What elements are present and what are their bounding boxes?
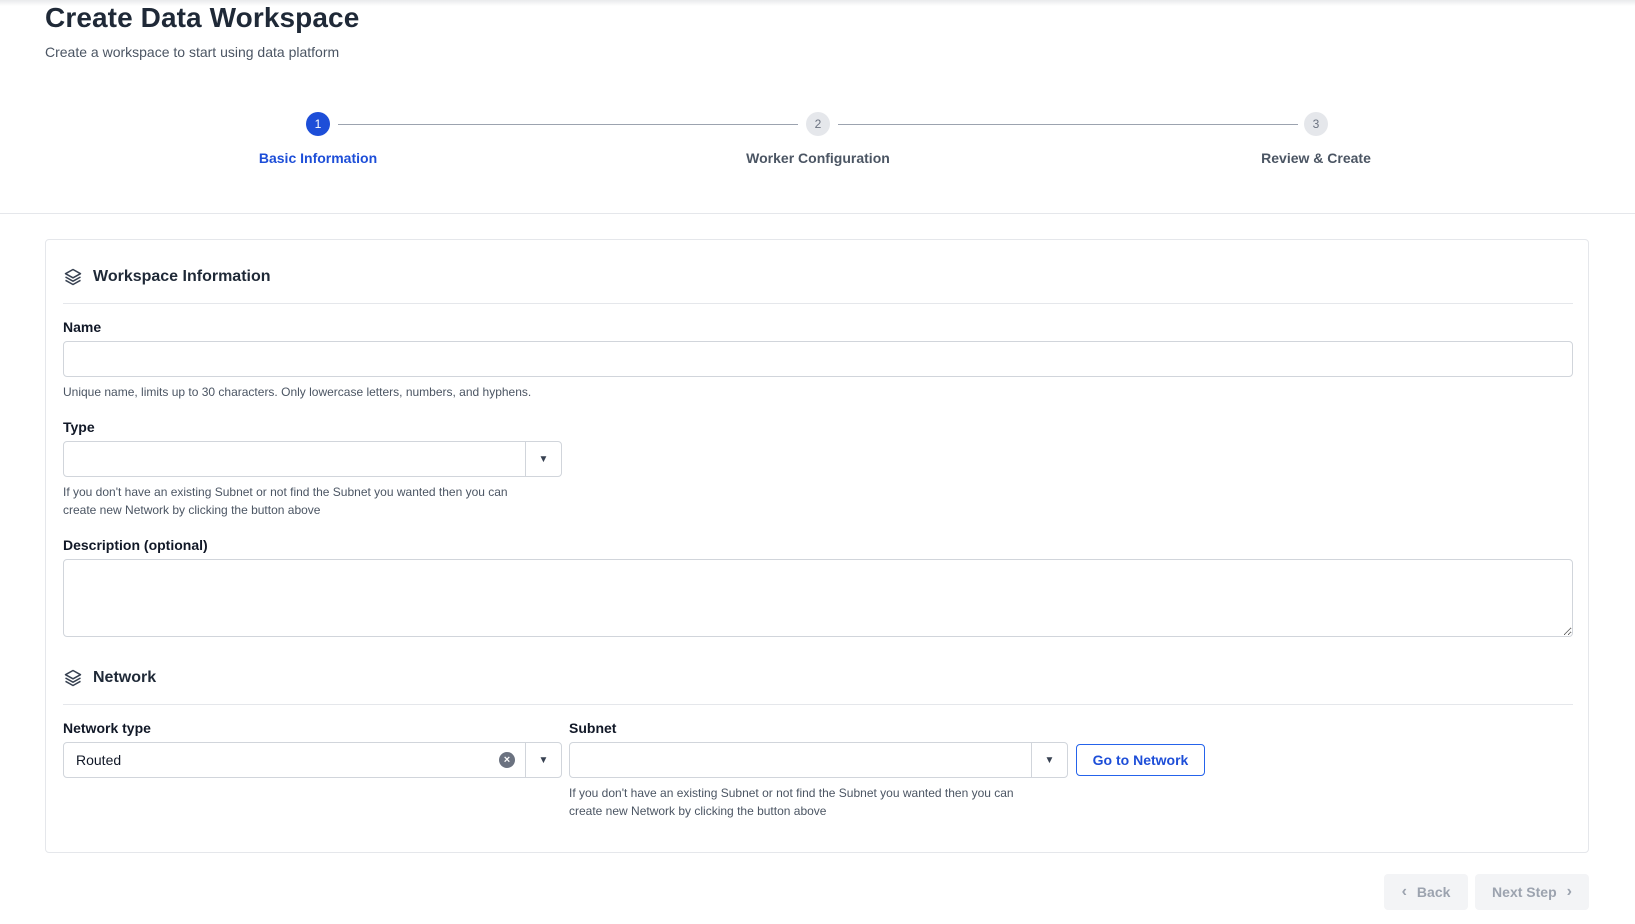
clear-icon[interactable]: ×: [499, 752, 515, 768]
subnet-help-text: If you don't have an existing Subnet or …: [569, 784, 1014, 820]
header-divider: [0, 213, 1635, 214]
layers-icon: [64, 669, 82, 687]
chevron-left-icon: ‹: [1401, 883, 1407, 900]
next-step-button[interactable]: Next Step ›: [1475, 874, 1589, 910]
network-type-select[interactable]: Routed × ▼: [63, 742, 562, 778]
help-line: If you don't have an existing Subnet or …: [569, 786, 1014, 800]
chevron-down-icon[interactable]: ▼: [525, 442, 561, 476]
section-title: Workspace Information: [93, 268, 271, 285]
back-button[interactable]: ‹ Back: [1384, 874, 1468, 910]
help-line: If you don't have an existing Subnet or …: [63, 485, 508, 499]
step-label: Review & Create: [1261, 150, 1371, 166]
chevron-down-icon[interactable]: ▼: [525, 743, 561, 777]
layers-icon: [64, 268, 82, 286]
step-review-create[interactable]: 3 Review & Create: [1186, 112, 1446, 166]
description-textarea[interactable]: [63, 559, 1573, 637]
step-number: 2: [806, 112, 830, 136]
name-label: Name: [63, 319, 102, 335]
chevron-right-icon: ›: [1566, 883, 1572, 900]
page-subtitle: Create a workspace to start using data p…: [45, 44, 340, 60]
help-line: create new Network by clicking the butto…: [569, 804, 827, 818]
section-divider: [63, 704, 1573, 705]
step-number: 1: [306, 112, 330, 136]
step-worker-configuration[interactable]: 2 Worker Configuration: [688, 112, 948, 166]
step-number: 3: [1304, 112, 1328, 136]
network-type-label: Network type: [63, 720, 151, 736]
step-label: Worker Configuration: [746, 150, 890, 166]
step-basic-information[interactable]: 1 Basic Information: [188, 112, 448, 166]
workspace-section-header: Workspace Information: [63, 267, 271, 287]
section-divider: [63, 303, 1573, 304]
stepper: 1 Basic Information 2 Worker Configurati…: [0, 112, 1635, 212]
type-select[interactable]: ▼: [63, 441, 562, 477]
go-to-network-button[interactable]: Go to Network: [1076, 744, 1205, 776]
chevron-down-icon[interactable]: ▼: [1031, 743, 1067, 777]
form-card: Workspace Information Name Unique name, …: [45, 239, 1589, 853]
back-label: Back: [1416, 884, 1451, 900]
section-title: Network: [93, 669, 157, 686]
step-label: Basic Information: [258, 150, 378, 166]
subnet-label: Subnet: [569, 720, 617, 736]
type-label: Type: [63, 419, 95, 435]
network-section-header: Network: [63, 668, 156, 688]
page-header: Create Data Workspace Create a workspace…: [45, 0, 359, 60]
network-type-value: Routed: [76, 752, 122, 768]
name-help-text: Unique name, limits up to 30 characters.…: [63, 385, 532, 399]
help-line: create new Network by clicking the butto…: [63, 503, 321, 517]
name-input[interactable]: [63, 341, 1573, 377]
next-step-label: Next Step: [1492, 884, 1557, 900]
type-help-text: If you don't have an existing Subnet or …: [63, 483, 508, 519]
page-title: Create Data Workspace: [45, 2, 360, 33]
subnet-select[interactable]: ▼: [569, 742, 1068, 778]
description-label: Description (optional): [63, 537, 208, 553]
